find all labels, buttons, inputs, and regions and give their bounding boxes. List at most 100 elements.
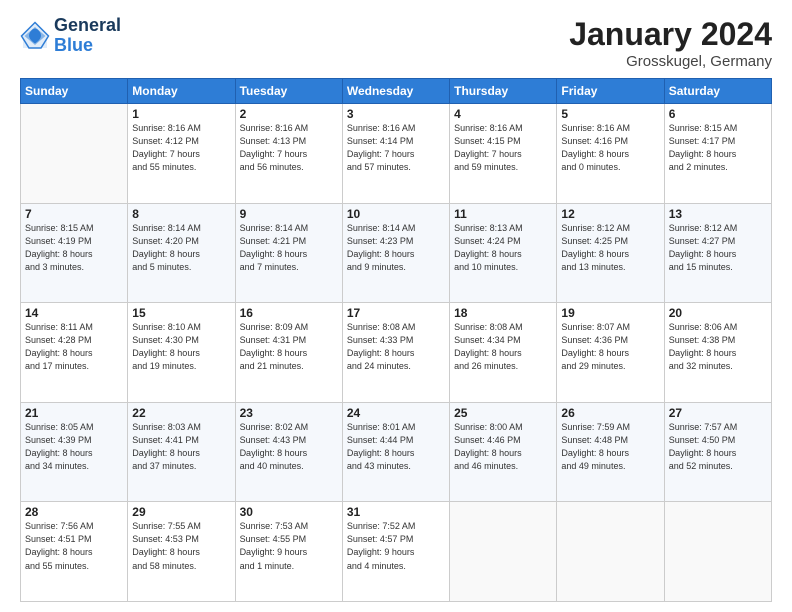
logo-icon <box>20 21 50 51</box>
table-row <box>557 502 664 602</box>
page: General Blue January 2024 Grosskugel, Ge… <box>0 0 792 612</box>
calendar-week-row: 21Sunrise: 8:05 AMSunset: 4:39 PMDayligh… <box>21 402 772 502</box>
day-number: 23 <box>240 406 338 420</box>
table-row: 24Sunrise: 8:01 AMSunset: 4:44 PMDayligh… <box>342 402 449 502</box>
table-row: 6Sunrise: 8:15 AMSunset: 4:17 PMDaylight… <box>664 104 771 204</box>
day-number: 11 <box>454 207 552 221</box>
day-info: Sunrise: 8:14 AMSunset: 4:23 PMDaylight:… <box>347 222 445 274</box>
day-info: Sunrise: 8:12 AMSunset: 4:27 PMDaylight:… <box>669 222 767 274</box>
day-number: 22 <box>132 406 230 420</box>
table-row: 7Sunrise: 8:15 AMSunset: 4:19 PMDaylight… <box>21 203 128 303</box>
day-info: Sunrise: 8:07 AMSunset: 4:36 PMDaylight:… <box>561 321 659 373</box>
table-row: 11Sunrise: 8:13 AMSunset: 4:24 PMDayligh… <box>450 203 557 303</box>
table-row: 1Sunrise: 8:16 AMSunset: 4:12 PMDaylight… <box>128 104 235 204</box>
col-sunday: Sunday <box>21 79 128 104</box>
table-row <box>450 502 557 602</box>
day-info: Sunrise: 8:08 AMSunset: 4:33 PMDaylight:… <box>347 321 445 373</box>
day-number: 18 <box>454 306 552 320</box>
day-info: Sunrise: 8:00 AMSunset: 4:46 PMDaylight:… <box>454 421 552 473</box>
day-info: Sunrise: 8:15 AMSunset: 4:17 PMDaylight:… <box>669 122 767 174</box>
table-row <box>664 502 771 602</box>
day-number: 19 <box>561 306 659 320</box>
table-row: 4Sunrise: 8:16 AMSunset: 4:15 PMDaylight… <box>450 104 557 204</box>
day-number: 24 <box>347 406 445 420</box>
table-row: 25Sunrise: 8:00 AMSunset: 4:46 PMDayligh… <box>450 402 557 502</box>
table-row: 19Sunrise: 8:07 AMSunset: 4:36 PMDayligh… <box>557 303 664 403</box>
calendar-week-row: 14Sunrise: 8:11 AMSunset: 4:28 PMDayligh… <box>21 303 772 403</box>
table-row: 8Sunrise: 8:14 AMSunset: 4:20 PMDaylight… <box>128 203 235 303</box>
day-info: Sunrise: 8:03 AMSunset: 4:41 PMDaylight:… <box>132 421 230 473</box>
header: General Blue January 2024 Grosskugel, Ge… <box>20 16 772 70</box>
day-info: Sunrise: 8:16 AMSunset: 4:15 PMDaylight:… <box>454 122 552 174</box>
day-info: Sunrise: 8:02 AMSunset: 4:43 PMDaylight:… <box>240 421 338 473</box>
table-row: 15Sunrise: 8:10 AMSunset: 4:30 PMDayligh… <box>128 303 235 403</box>
day-number: 27 <box>669 406 767 420</box>
day-number: 9 <box>240 207 338 221</box>
table-row: 18Sunrise: 8:08 AMSunset: 4:34 PMDayligh… <box>450 303 557 403</box>
day-info: Sunrise: 8:16 AMSunset: 4:12 PMDaylight:… <box>132 122 230 174</box>
day-number: 16 <box>240 306 338 320</box>
day-number: 8 <box>132 207 230 221</box>
calendar-header-row: Sunday Monday Tuesday Wednesday Thursday… <box>21 79 772 104</box>
day-number: 29 <box>132 505 230 519</box>
table-row: 30Sunrise: 7:53 AMSunset: 4:55 PMDayligh… <box>235 502 342 602</box>
title-block: January 2024 Grosskugel, Germany <box>569 16 772 70</box>
logo-text: General Blue <box>54 16 121 56</box>
day-info: Sunrise: 8:13 AMSunset: 4:24 PMDaylight:… <box>454 222 552 274</box>
table-row: 17Sunrise: 8:08 AMSunset: 4:33 PMDayligh… <box>342 303 449 403</box>
table-row: 29Sunrise: 7:55 AMSunset: 4:53 PMDayligh… <box>128 502 235 602</box>
day-number: 12 <box>561 207 659 221</box>
table-row: 9Sunrise: 8:14 AMSunset: 4:21 PMDaylight… <box>235 203 342 303</box>
day-info: Sunrise: 8:11 AMSunset: 4:28 PMDaylight:… <box>25 321 123 373</box>
calendar-week-row: 1Sunrise: 8:16 AMSunset: 4:12 PMDaylight… <box>21 104 772 204</box>
day-info: Sunrise: 8:15 AMSunset: 4:19 PMDaylight:… <box>25 222 123 274</box>
day-number: 3 <box>347 107 445 121</box>
day-number: 7 <box>25 207 123 221</box>
day-info: Sunrise: 7:57 AMSunset: 4:50 PMDaylight:… <box>669 421 767 473</box>
calendar-week-row: 28Sunrise: 7:56 AMSunset: 4:51 PMDayligh… <box>21 502 772 602</box>
day-info: Sunrise: 8:16 AMSunset: 4:13 PMDaylight:… <box>240 122 338 174</box>
day-info: Sunrise: 8:14 AMSunset: 4:21 PMDaylight:… <box>240 222 338 274</box>
table-row: 12Sunrise: 8:12 AMSunset: 4:25 PMDayligh… <box>557 203 664 303</box>
day-number: 28 <box>25 505 123 519</box>
day-info: Sunrise: 8:01 AMSunset: 4:44 PMDaylight:… <box>347 421 445 473</box>
table-row: 2Sunrise: 8:16 AMSunset: 4:13 PMDaylight… <box>235 104 342 204</box>
table-row: 20Sunrise: 8:06 AMSunset: 4:38 PMDayligh… <box>664 303 771 403</box>
day-info: Sunrise: 7:52 AMSunset: 4:57 PMDaylight:… <box>347 520 445 572</box>
day-info: Sunrise: 7:53 AMSunset: 4:55 PMDaylight:… <box>240 520 338 572</box>
day-info: Sunrise: 7:59 AMSunset: 4:48 PMDaylight:… <box>561 421 659 473</box>
day-info: Sunrise: 8:05 AMSunset: 4:39 PMDaylight:… <box>25 421 123 473</box>
day-number: 4 <box>454 107 552 121</box>
table-row: 23Sunrise: 8:02 AMSunset: 4:43 PMDayligh… <box>235 402 342 502</box>
col-tuesday: Tuesday <box>235 79 342 104</box>
col-friday: Friday <box>557 79 664 104</box>
logo: General Blue <box>20 16 121 56</box>
table-row: 31Sunrise: 7:52 AMSunset: 4:57 PMDayligh… <box>342 502 449 602</box>
day-number: 20 <box>669 306 767 320</box>
table-row: 14Sunrise: 8:11 AMSunset: 4:28 PMDayligh… <box>21 303 128 403</box>
day-info: Sunrise: 8:16 AMSunset: 4:14 PMDaylight:… <box>347 122 445 174</box>
day-number: 17 <box>347 306 445 320</box>
day-number: 25 <box>454 406 552 420</box>
day-number: 10 <box>347 207 445 221</box>
day-number: 13 <box>669 207 767 221</box>
table-row: 27Sunrise: 7:57 AMSunset: 4:50 PMDayligh… <box>664 402 771 502</box>
day-info: Sunrise: 8:10 AMSunset: 4:30 PMDaylight:… <box>132 321 230 373</box>
day-info: Sunrise: 8:09 AMSunset: 4:31 PMDaylight:… <box>240 321 338 373</box>
day-number: 31 <box>347 505 445 519</box>
day-info: Sunrise: 7:56 AMSunset: 4:51 PMDaylight:… <box>25 520 123 572</box>
day-number: 26 <box>561 406 659 420</box>
table-row <box>21 104 128 204</box>
day-info: Sunrise: 8:12 AMSunset: 4:25 PMDaylight:… <box>561 222 659 274</box>
day-number: 6 <box>669 107 767 121</box>
table-row: 22Sunrise: 8:03 AMSunset: 4:41 PMDayligh… <box>128 402 235 502</box>
table-row: 26Sunrise: 7:59 AMSunset: 4:48 PMDayligh… <box>557 402 664 502</box>
table-row: 28Sunrise: 7:56 AMSunset: 4:51 PMDayligh… <box>21 502 128 602</box>
day-number: 21 <box>25 406 123 420</box>
calendar-week-row: 7Sunrise: 8:15 AMSunset: 4:19 PMDaylight… <box>21 203 772 303</box>
day-number: 5 <box>561 107 659 121</box>
table-row: 5Sunrise: 8:16 AMSunset: 4:16 PMDaylight… <box>557 104 664 204</box>
table-row: 10Sunrise: 8:14 AMSunset: 4:23 PMDayligh… <box>342 203 449 303</box>
day-number: 2 <box>240 107 338 121</box>
table-row: 13Sunrise: 8:12 AMSunset: 4:27 PMDayligh… <box>664 203 771 303</box>
